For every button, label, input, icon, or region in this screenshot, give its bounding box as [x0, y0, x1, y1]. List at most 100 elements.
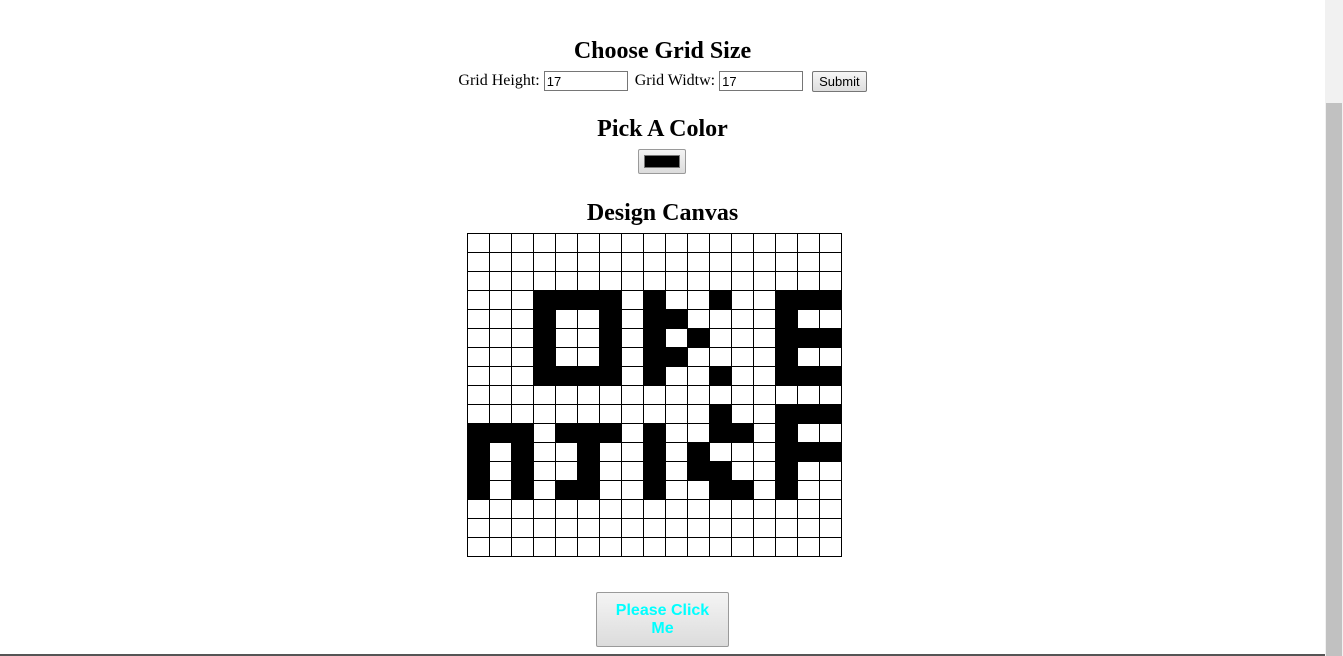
canvas-cell[interactable] [797, 252, 820, 272]
canvas-cell[interactable] [709, 347, 732, 367]
canvas-cell[interactable] [643, 252, 666, 272]
canvas-cell[interactable] [555, 309, 578, 329]
canvas-cell[interactable] [577, 461, 600, 481]
canvas-cell[interactable] [489, 518, 512, 538]
canvas-cell[interactable] [599, 252, 622, 272]
canvas-cell[interactable] [643, 461, 666, 481]
canvas-cell[interactable] [489, 271, 512, 291]
canvas-cell[interactable] [599, 518, 622, 538]
canvas-cell[interactable] [775, 461, 798, 481]
canvas-cell[interactable] [687, 423, 710, 443]
canvas-cell[interactable] [819, 271, 842, 291]
canvas-cell[interactable] [687, 233, 710, 253]
canvas-cell[interactable] [797, 347, 820, 367]
canvas-cell[interactable] [819, 233, 842, 253]
canvas-cell[interactable] [797, 442, 820, 462]
canvas-cell[interactable] [621, 537, 644, 557]
canvas-cell[interactable] [709, 328, 732, 348]
canvas-cell[interactable] [467, 518, 490, 538]
canvas-cell[interactable] [599, 309, 622, 329]
canvas-cell[interactable] [467, 233, 490, 253]
canvas-cell[interactable] [775, 423, 798, 443]
canvas-cell[interactable] [731, 347, 754, 367]
canvas-cell[interactable] [467, 252, 490, 272]
canvas-cell[interactable] [687, 385, 710, 405]
canvas-cell[interactable] [599, 461, 622, 481]
canvas-cell[interactable] [665, 309, 688, 329]
canvas-cell[interactable] [731, 442, 754, 462]
canvas-cell[interactable] [797, 271, 820, 291]
canvas-cell[interactable] [643, 480, 666, 500]
canvas-cell[interactable] [599, 366, 622, 386]
canvas-cell[interactable] [819, 461, 842, 481]
canvas-cell[interactable] [687, 328, 710, 348]
canvas-cell[interactable] [467, 271, 490, 291]
canvas-cell[interactable] [797, 385, 820, 405]
canvas-cell[interactable] [819, 366, 842, 386]
canvas-cell[interactable] [555, 385, 578, 405]
canvas-cell[interactable] [753, 290, 776, 310]
canvas-cell[interactable] [489, 442, 512, 462]
canvas-cell[interactable] [797, 518, 820, 538]
canvas-cell[interactable] [621, 423, 644, 443]
canvas-cell[interactable] [599, 271, 622, 291]
canvas-cell[interactable] [511, 309, 534, 329]
canvas-cell[interactable] [467, 309, 490, 329]
canvas-cell[interactable] [577, 385, 600, 405]
canvas-cell[interactable] [511, 347, 534, 367]
canvas-cell[interactable] [621, 309, 644, 329]
canvas-cell[interactable] [753, 423, 776, 443]
canvas-cell[interactable] [709, 518, 732, 538]
canvas-cell[interactable] [687, 347, 710, 367]
grid-width-input[interactable] [719, 71, 804, 92]
canvas-cell[interactable] [665, 385, 688, 405]
canvas-cell[interactable] [533, 461, 556, 481]
canvas-cell[interactable] [687, 480, 710, 500]
canvas-cell[interactable] [467, 385, 490, 405]
canvas-cell[interactable] [775, 347, 798, 367]
canvas-cell[interactable] [709, 252, 732, 272]
canvas-cell[interactable] [731, 423, 754, 443]
canvas-cell[interactable] [731, 499, 754, 519]
canvas-cell[interactable] [467, 442, 490, 462]
canvas-cell[interactable] [489, 480, 512, 500]
canvas-cell[interactable] [775, 385, 798, 405]
canvas-cell[interactable] [797, 290, 820, 310]
canvas-cell[interactable] [665, 347, 688, 367]
canvas-cell[interactable] [511, 328, 534, 348]
canvas-cell[interactable] [775, 499, 798, 519]
canvas-cell[interactable] [753, 271, 776, 291]
canvas-cell[interactable] [731, 461, 754, 481]
canvas-cell[interactable] [599, 499, 622, 519]
canvas-cell[interactable] [731, 252, 754, 272]
canvas-cell[interactable] [819, 252, 842, 272]
canvas-cell[interactable] [555, 347, 578, 367]
canvas-cell[interactable] [687, 404, 710, 424]
canvas-cell[interactable] [665, 366, 688, 386]
canvas-cell[interactable] [577, 404, 600, 424]
canvas-cell[interactable] [599, 385, 622, 405]
please-click-me-button[interactable]: Please Click Me [596, 592, 729, 647]
canvas-cell[interactable] [709, 499, 732, 519]
canvas-cell[interactable] [555, 233, 578, 253]
canvas-cell[interactable] [489, 385, 512, 405]
canvas-cell[interactable] [489, 347, 512, 367]
canvas-cell[interactable] [577, 442, 600, 462]
canvas-cell[interactable] [797, 366, 820, 386]
canvas-cell[interactable] [511, 366, 534, 386]
canvas-cell[interactable] [621, 461, 644, 481]
canvas-cell[interactable] [489, 537, 512, 557]
canvas-cell[interactable] [775, 518, 798, 538]
canvas-cell[interactable] [533, 518, 556, 538]
canvas-cell[interactable] [489, 252, 512, 272]
canvas-cell[interactable] [709, 233, 732, 253]
canvas-cell[interactable] [467, 499, 490, 519]
canvas-cell[interactable] [797, 423, 820, 443]
canvas-cell[interactable] [577, 537, 600, 557]
canvas-cell[interactable] [467, 404, 490, 424]
canvas-cell[interactable] [533, 290, 556, 310]
canvas-cell[interactable] [687, 442, 710, 462]
canvas-cell[interactable] [511, 518, 534, 538]
canvas-cell[interactable] [731, 518, 754, 538]
canvas-cell[interactable] [467, 328, 490, 348]
